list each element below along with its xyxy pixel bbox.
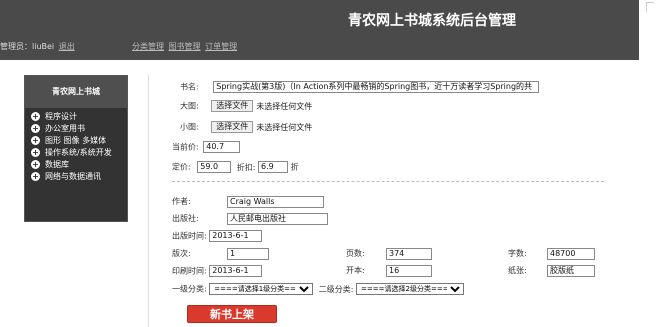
nav-order-manage[interactable]: 订单管理 bbox=[205, 42, 237, 51]
current-price-input[interactable]: 40.7 bbox=[203, 141, 241, 153]
divider-vertical bbox=[148, 75, 149, 327]
pages-field-wrap: 374 bbox=[386, 248, 432, 261]
print-date-row: 印刷时间: 2013-6-1 bbox=[172, 265, 263, 278]
section-divider bbox=[172, 181, 604, 182]
small-image-choose-button[interactable]: 选择文件 bbox=[211, 121, 254, 133]
corner-marker bbox=[646, 2, 654, 12]
plus-icon: + bbox=[31, 172, 40, 181]
format-input[interactable]: 16 bbox=[386, 265, 432, 277]
discount-unit: 折 bbox=[290, 162, 299, 172]
publisher-field-wrap: 人民邮电出版社 bbox=[227, 213, 328, 226]
plus-icon: + bbox=[31, 112, 40, 121]
pages-input[interactable]: 374 bbox=[386, 248, 432, 260]
format-label: 开本: bbox=[346, 266, 365, 275]
print-date-label: 印刷时间: bbox=[172, 266, 207, 276]
edition-field-wrap: 1 bbox=[227, 248, 269, 261]
big-image-choose-button[interactable]: 选择文件 bbox=[211, 100, 254, 112]
header-bar: 青农网上书城系统后台管理 管理员：liuBei 退出 分类管理 图书管理 订单管… bbox=[0, 0, 639, 60]
big-image-label: 大图: bbox=[180, 101, 199, 111]
category1-label: 一级分类: bbox=[172, 284, 207, 294]
sidebar-item-os[interactable]: + 操作系统/系统开发 bbox=[25, 147, 127, 159]
sidebar-item-office[interactable]: + 办公室用书 bbox=[25, 123, 127, 135]
author-field-wrap: Craig Walls bbox=[227, 196, 324, 209]
pages-label: 页数: bbox=[346, 249, 365, 258]
book-name-row: 书名: Spring实战(第3版)（In Action系列中最畅销的Spring… bbox=[180, 81, 540, 94]
pages-row: 页数: bbox=[346, 248, 365, 260]
sidebar-item-label: 网络与数据通讯 bbox=[45, 172, 101, 181]
format-field-wrap: 16 bbox=[386, 265, 432, 278]
paper-input[interactable]: 胶版纸 bbox=[547, 265, 595, 277]
sidebar-item-graphics[interactable]: + 图形 图像 多媒体 bbox=[25, 135, 127, 147]
plus-icon: + bbox=[31, 136, 40, 145]
publisher-input[interactable]: 人民邮电出版社 bbox=[227, 213, 328, 225]
small-image-status: 未选择任何文件 bbox=[256, 122, 313, 132]
category-row: 一级分类: ====请选择1级分类==== 二级分类: ====请选择2级分类=… bbox=[172, 283, 465, 296]
category2-select[interactable]: ====请选择2级分类==== bbox=[356, 283, 465, 295]
plus-icon: + bbox=[31, 124, 40, 133]
plus-icon: + bbox=[31, 148, 40, 157]
print-date-input[interactable]: 2013-6-1 bbox=[209, 265, 263, 277]
sidebar-item-label: 操作系统/系统开发 bbox=[45, 148, 112, 157]
admin-label: 管理员：liuBei bbox=[0, 42, 55, 51]
list-price-label: 定价: bbox=[172, 162, 191, 172]
book-name-label: 书名: bbox=[180, 82, 199, 92]
admin-info: 管理员：liuBei 退出 bbox=[0, 41, 75, 52]
author-input[interactable]: Craig Walls bbox=[227, 196, 324, 208]
paper-label: 纸张: bbox=[508, 266, 527, 275]
publisher-label: 出版社: bbox=[172, 214, 199, 223]
sidebar-item-label: 图形 图像 多媒体 bbox=[45, 136, 107, 145]
big-image-status: 未选择任何文件 bbox=[256, 101, 313, 111]
discount-input[interactable]: 6.9 bbox=[258, 161, 289, 173]
nav-book-manage[interactable]: 图书管理 bbox=[169, 42, 201, 51]
plus-icon: + bbox=[31, 160, 40, 169]
words-input[interactable]: 48700 bbox=[547, 248, 595, 260]
sidebar: 青农网上书城 + 程序设计 + 办公室用书 + 图形 图像 多媒体 + 操作系统/系统开… bbox=[24, 75, 128, 222]
sidebar-item-label: 程序设计 bbox=[45, 112, 77, 121]
top-nav: 分类管理 图书管理 订单管理 bbox=[132, 41, 239, 52]
edition-row: 版次: bbox=[172, 248, 191, 260]
list-price-row: 定价: 59.0 折扣: 6.9 折 bbox=[172, 161, 299, 174]
category1-select[interactable]: ====请选择1级分类==== bbox=[209, 283, 314, 295]
paper-row: 纸张: bbox=[508, 265, 527, 277]
words-row: 字数: bbox=[508, 248, 527, 260]
sidebar-item-network[interactable]: + 网络与数据通讯 bbox=[25, 171, 127, 183]
current-price-row: 当前价: 40.7 bbox=[172, 141, 241, 154]
sidebar-title: 青农网上书城 bbox=[25, 76, 127, 108]
book-name-input[interactable]: Spring实战(第3版)（In Action系列中最畅销的Spring图书，近… bbox=[213, 81, 540, 93]
page-title: 青农网上书城系统后台管理 bbox=[348, 13, 516, 29]
small-image-row: 小图: 选择文件 未选择任何文件 bbox=[180, 121, 312, 134]
publisher-row: 出版社: bbox=[172, 213, 199, 225]
submit-new-book-button[interactable]: 新书上架 bbox=[187, 305, 277, 323]
list-price-input[interactable]: 59.0 bbox=[197, 161, 232, 173]
category2-label: 二级分类: bbox=[318, 284, 354, 294]
logout-link[interactable]: 退出 bbox=[59, 42, 75, 51]
edition-input[interactable]: 1 bbox=[227, 248, 269, 260]
small-image-label: 小图: bbox=[180, 122, 199, 132]
sidebar-item-label: 数据库 bbox=[45, 160, 69, 169]
publish-date-label: 出版时间: bbox=[172, 231, 207, 241]
current-price-label: 当前价: bbox=[172, 142, 199, 152]
sidebar-item-database[interactable]: + 数据库 bbox=[25, 159, 127, 171]
publish-date-row: 出版时间: 2013-6-1 bbox=[172, 230, 263, 243]
words-field-wrap: 48700 bbox=[547, 248, 595, 261]
edition-label: 版次: bbox=[172, 249, 191, 258]
nav-category-manage[interactable]: 分类管理 bbox=[132, 42, 164, 51]
sidebar-item-programming[interactable]: + 程序设计 bbox=[25, 111, 127, 123]
discount-label: 折扣: bbox=[236, 162, 256, 172]
sidebar-item-label: 办公室用书 bbox=[45, 124, 85, 133]
words-label: 字数: bbox=[508, 249, 527, 258]
big-image-row: 大图: 选择文件 未选择任何文件 bbox=[180, 100, 312, 113]
author-label: 作者: bbox=[172, 197, 191, 206]
format-row: 开本: bbox=[346, 265, 365, 277]
publish-date-input[interactable]: 2013-6-1 bbox=[209, 230, 263, 242]
paper-field-wrap: 胶版纸 bbox=[547, 265, 595, 278]
author-row: 作者: bbox=[172, 196, 191, 208]
